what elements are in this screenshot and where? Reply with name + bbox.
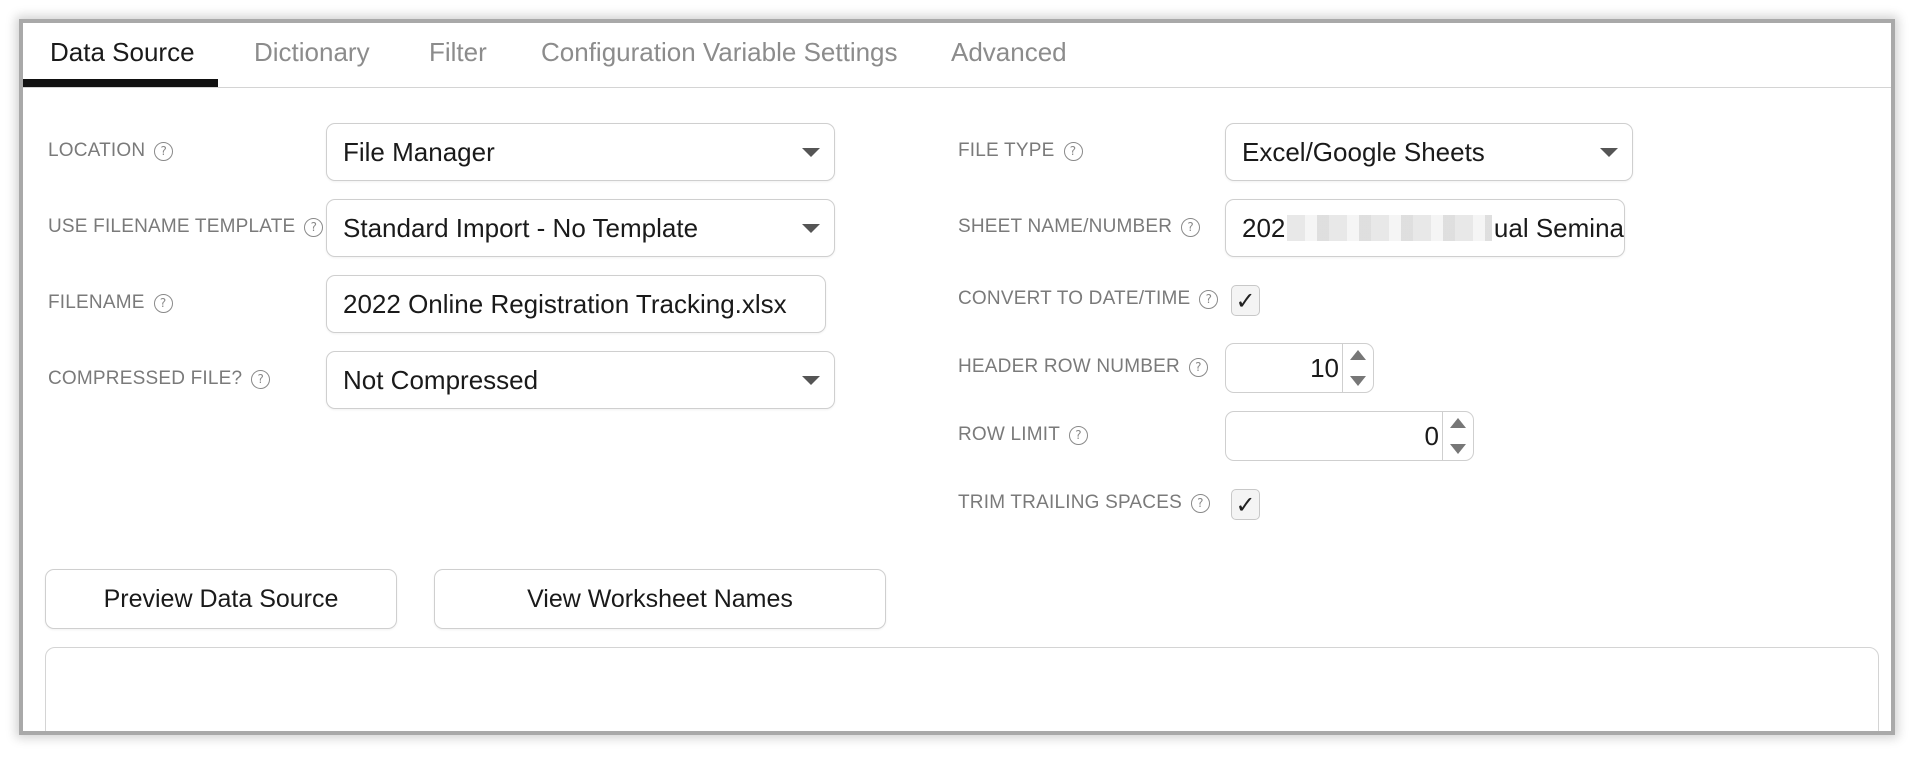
help-icon[interactable]: ?: [1069, 425, 1089, 445]
file-type-value: Excel/Google Sheets: [1242, 136, 1485, 167]
help-icon[interactable]: ?: [1063, 141, 1083, 161]
row-limit-label: ROW LIMIT ?: [958, 424, 1089, 446]
header-row-label: HEADER ROW NUMBER ?: [958, 356, 1208, 378]
compressed-file-select[interactable]: Not Compressed: [326, 351, 835, 409]
sheet-name-value-start: 202: [1242, 212, 1286, 243]
header-row-value: 10: [1310, 352, 1339, 383]
filename-template-select[interactable]: Standard Import - No Template: [326, 199, 835, 257]
filename-template-label-text: USE FILENAME TEMPLATE: [48, 216, 296, 237]
compressed-file-label: COMPRESSED FILE? ?: [48, 368, 271, 390]
row-limit-value: 0: [1424, 420, 1439, 451]
help-icon[interactable]: ?: [1181, 217, 1201, 237]
help-icon[interactable]: ?: [1199, 289, 1219, 309]
increment-icon[interactable]: [1350, 350, 1366, 360]
increment-icon[interactable]: [1450, 418, 1466, 428]
file-type-label: FILE TYPE ?: [958, 140, 1083, 162]
chevron-down-icon: [802, 224, 820, 233]
location-value: File Manager: [343, 136, 495, 167]
redacted-text: [1287, 215, 1492, 241]
filename-template-label: USE FILENAME TEMPLATE ?: [48, 216, 324, 238]
sheet-name-label-text: SHEET NAME/NUMBER: [958, 216, 1173, 237]
filename-input[interactable]: 2022 Online Registration Tracking.xlsx: [326, 275, 826, 333]
sheet-name-input[interactable]: 202 ual Semina: [1225, 199, 1625, 257]
help-icon[interactable]: ?: [304, 217, 324, 237]
filename-value: 2022 Online Registration Tracking.xlsx: [343, 288, 787, 319]
stepper-buttons: [1442, 412, 1473, 460]
convert-datetime-label-text: CONVERT TO DATE/TIME: [958, 288, 1191, 309]
filename-label-text: FILENAME: [48, 292, 145, 313]
sheet-name-value-end: ual Semina: [1493, 212, 1624, 243]
stepper-buttons: [1342, 344, 1373, 392]
location-label-text: LOCATION: [48, 140, 146, 161]
decrement-icon[interactable]: [1450, 444, 1466, 454]
convert-datetime-checkbox[interactable]: ✓: [1231, 285, 1260, 316]
header-row-label-text: HEADER ROW NUMBER: [958, 356, 1180, 377]
row-limit-stepper[interactable]: 0: [1225, 411, 1474, 461]
compressed-file-label-text: COMPRESSED FILE?: [48, 368, 243, 389]
help-icon[interactable]: ?: [153, 293, 173, 313]
help-icon[interactable]: ?: [1188, 357, 1208, 377]
view-worksheet-names-button[interactable]: View Worksheet Names: [434, 569, 886, 629]
preview-data-source-button[interactable]: Preview Data Source: [45, 569, 397, 629]
location-select[interactable]: File Manager: [326, 123, 835, 181]
preview-output-area: [45, 647, 1879, 731]
filename-label: FILENAME ?: [48, 292, 173, 314]
tab-bar: Data Source Dictionary Filter Configurat…: [23, 23, 1891, 88]
help-icon[interactable]: ?: [251, 369, 271, 389]
file-type-label-text: FILE TYPE: [958, 140, 1055, 161]
trim-spaces-label: TRIM TRAILING SPACES ?: [958, 492, 1210, 514]
tab-configuration-variable-settings[interactable]: Configuration Variable Settings: [541, 37, 898, 68]
help-icon[interactable]: ?: [1190, 493, 1210, 513]
header-row-stepper[interactable]: 10: [1225, 343, 1374, 393]
tab-dictionary[interactable]: Dictionary: [254, 37, 370, 68]
file-type-select[interactable]: Excel/Google Sheets: [1225, 123, 1633, 181]
trim-spaces-label-text: TRIM TRAILING SPACES: [958, 492, 1182, 513]
tab-filter[interactable]: Filter: [429, 37, 487, 68]
tab-advanced[interactable]: Advanced: [951, 37, 1067, 68]
chevron-down-icon: [802, 148, 820, 157]
filename-template-value: Standard Import - No Template: [343, 212, 699, 243]
convert-datetime-label: CONVERT TO DATE/TIME ?: [958, 288, 1219, 310]
tab-data-source[interactable]: Data Source: [50, 37, 195, 68]
row-limit-label-text: ROW LIMIT: [958, 424, 1061, 445]
location-label: LOCATION ?: [48, 140, 174, 162]
compressed-file-value: Not Compressed: [343, 364, 539, 395]
trim-spaces-checkbox[interactable]: ✓: [1231, 489, 1260, 520]
active-tab-indicator: [23, 79, 218, 87]
chevron-down-icon: [1600, 148, 1618, 157]
sheet-name-label: SHEET NAME/NUMBER ?: [958, 216, 1201, 238]
decrement-icon[interactable]: [1350, 376, 1366, 386]
data-source-panel: Data Source Dictionary Filter Configurat…: [19, 19, 1895, 735]
chevron-down-icon: [802, 376, 820, 385]
help-icon[interactable]: ?: [154, 141, 174, 161]
